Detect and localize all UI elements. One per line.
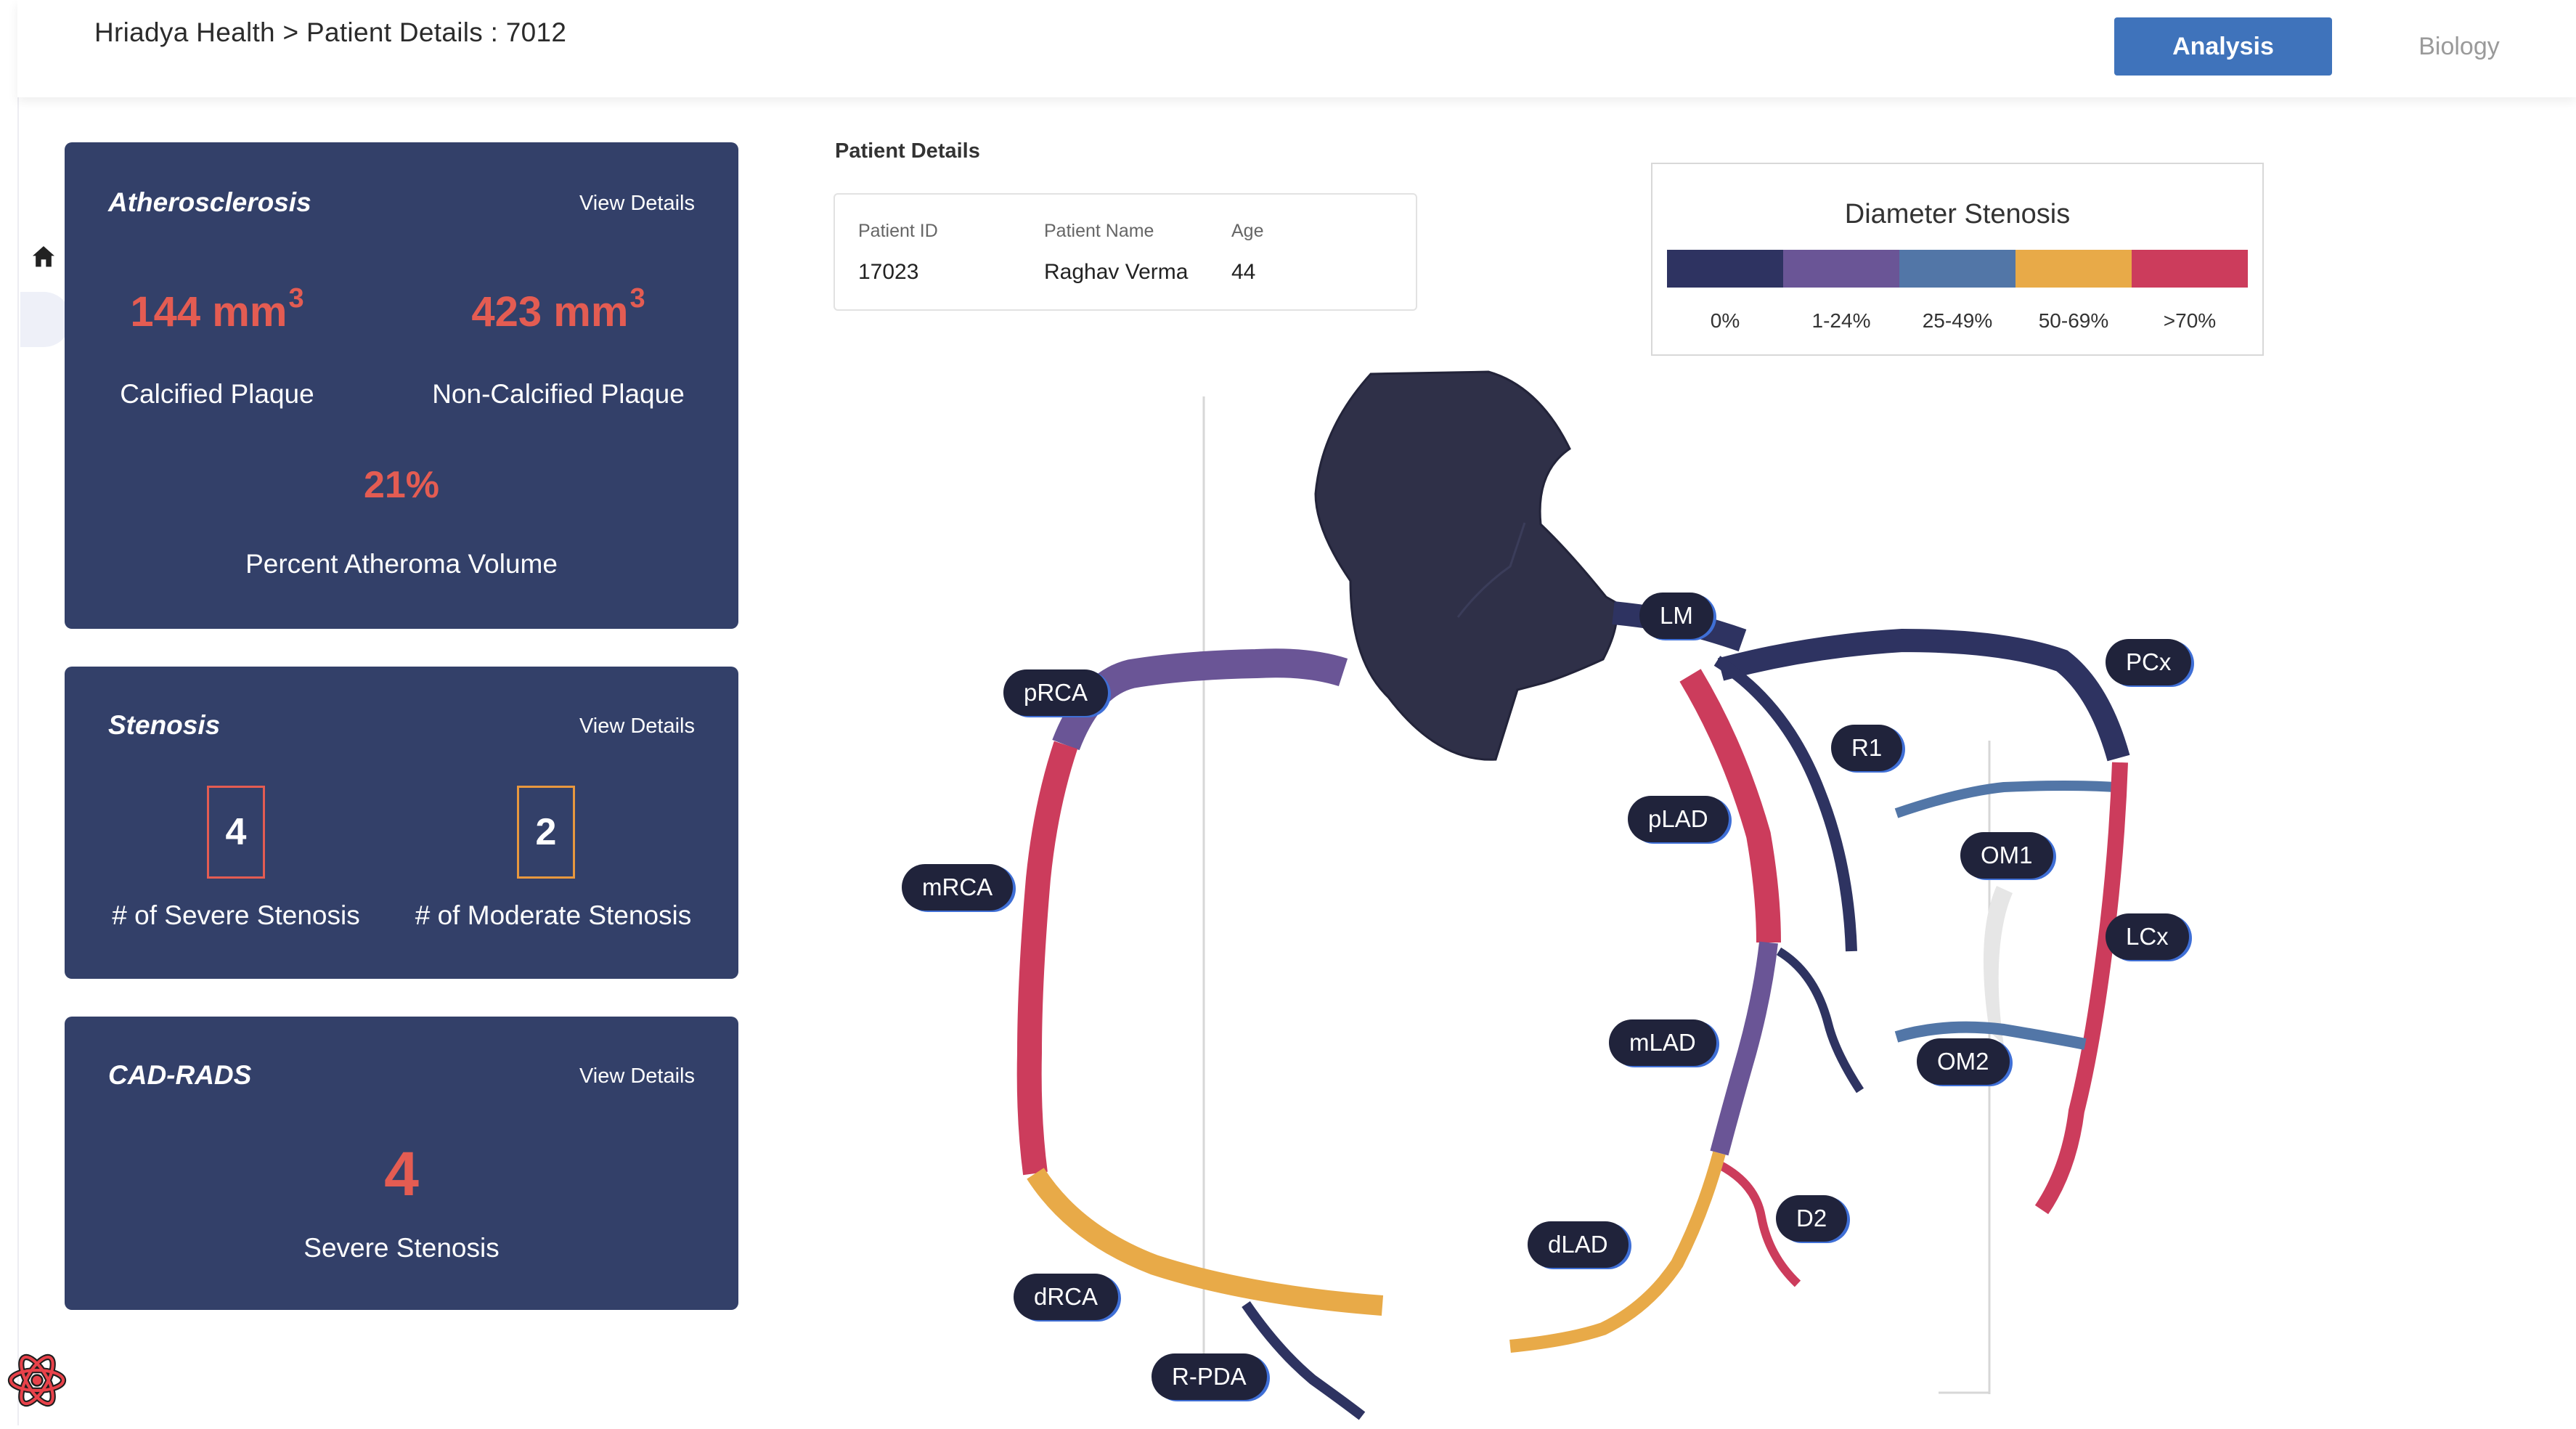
patient-name-label: Patient Name [1044,221,1154,241]
cadrads-label: Severe Stenosis [303,1233,500,1263]
aorta [1314,370,1618,761]
label-mlad[interactable]: mLAD [1609,1019,1716,1066]
legend-label-3: 50-69% [2038,309,2109,332]
legend-label-0: 0% [1710,309,1740,332]
segment-mlad[interactable] [1710,941,1778,1156]
patient-details-box: Patient ID 17023 Patient Name Raghav Ver… [833,193,1417,311]
atherosclerosis-card: Atherosclerosis View Details 144 mm3 Cal… [65,142,738,629]
background-vessel [1983,886,2013,1046]
legend-label-4: >70% [2163,309,2217,332]
segment-mrca[interactable] [1016,741,1078,1176]
pav-label: Percent Atheroma Volume [245,549,558,579]
moderate-stenosis-label: # of Moderate Stenosis [415,900,692,930]
noncalcified-plaque-value: 423 mm3 [471,283,645,335]
legend-label-1: 1-24% [1811,309,1871,332]
label-r1[interactable]: R1 [1831,725,1903,771]
calcified-plaque-label: Calcified Plaque [120,379,314,409]
moderate-stenosis-count: 2 [517,786,575,879]
patient-age-value: 44 [1231,260,1256,284]
card-title: Stenosis [108,710,221,740]
segment-diagonal[interactable] [1776,947,1864,1094]
legend-swatch-3 [2015,250,2132,288]
cadrads-value: 4 [384,1139,419,1209]
legend-swatch-0 [1667,250,1783,288]
stenosis-card: Stenosis View Details 4 # of Severe Sten… [65,667,738,979]
view-details-link[interactable]: View Details [579,714,695,738]
card-title: Atherosclerosis [108,187,311,217]
segment-om1[interactable] [1894,781,2115,818]
label-prca[interactable]: pRCA [1003,669,1109,716]
legend-swatch-4 [2132,250,2248,288]
legend-swatch-1 [1783,250,1899,288]
home-icon[interactable] [29,243,58,272]
label-d2[interactable]: D2 [1776,1195,1848,1242]
label-lm[interactable]: LM [1639,593,1713,639]
label-rpda[interactable]: R-PDA [1152,1353,1267,1400]
label-drca[interactable]: dRCA [1014,1274,1119,1320]
tab-analysis[interactable]: Analysis [2114,17,2332,76]
view-details-link[interactable]: View Details [579,1064,695,1088]
cadrads-card: CAD-RADS View Details 4 Severe Stenosis [65,1017,738,1310]
label-om1[interactable]: OM1 [1960,832,2053,879]
label-pcx[interactable]: PCx [2106,639,2192,685]
label-mrca[interactable]: mRCA [902,864,1014,911]
patient-details-heading: Patient Details [835,139,980,163]
patient-id-label: Patient ID [858,221,938,241]
severe-stenosis-count: 4 [207,786,265,879]
segment-pcx[interactable] [1717,628,2130,762]
legend-label-2: 25-49% [1922,309,1993,332]
noncalcified-plaque-label: Non-Calcified Plaque [432,379,685,409]
diameter-stenosis-legend: Diameter Stenosis 0% 1-24% 25-49% 50-69%… [1651,163,2264,356]
legend-title: Diameter Stenosis [1844,199,2071,229]
left-rail [0,0,19,1425]
breadcrumb[interactable]: Hriadya Health > Patient Details : 7012 [94,17,566,48]
calcified-plaque-value: 144 mm3 [130,283,304,335]
top-header: Hriadya Health > Patient Details : 7012 … [17,0,2576,97]
label-om2[interactable]: OM2 [1917,1038,2010,1085]
legend-swatch-2 [1899,250,2015,288]
severe-stenosis-label: # of Severe Stenosis [112,900,360,930]
label-lcx[interactable]: LCx [2106,913,2189,960]
segment-rpda[interactable] [1242,1301,1366,1420]
coronary-tree-diagram: LM PCx pRCA R1 pLAD OM1 mRCA LCx mLAD OM… [842,356,2294,1425]
pav-value: 21% [363,464,440,506]
segment-lcx[interactable] [2034,762,2128,1215]
patient-age-label: Age [1231,221,1264,241]
card-title: CAD-RADS [108,1060,252,1090]
tab-biology[interactable]: Biology [2361,17,2557,76]
react-logo-icon[interactable] [7,1351,67,1410]
label-dlad[interactable]: dLAD [1528,1221,1629,1268]
patient-name-value: Raghav Verma [1044,260,1189,284]
view-details-link[interactable]: View Details [579,192,695,216]
patient-id-value: 17023 [858,260,919,284]
sidebar-active-indicator[interactable] [20,292,71,347]
label-plad[interactable]: pLAD [1628,796,1729,842]
